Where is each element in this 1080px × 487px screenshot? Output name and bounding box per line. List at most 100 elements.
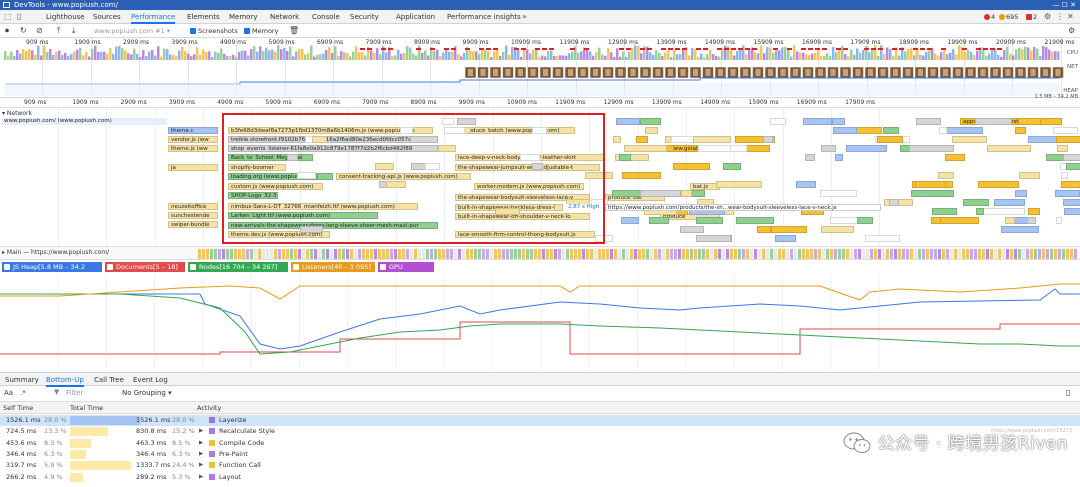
sidebar-toggle-icon[interactable]: ▯ [1066,388,1070,397]
main-thread-task[interactable] [566,249,569,259]
left-request[interactable]: vendor.js (ww [168,136,218,143]
main-thread-task[interactable] [886,249,889,259]
main-thread-task[interactable] [722,249,725,259]
filler-request[interactable] [829,217,859,224]
main-thread-task[interactable] [754,249,757,259]
expand-arrow-icon[interactable]: ▶ [199,438,203,449]
main-thread-task[interactable] [554,249,557,259]
tab-bottom-up[interactable]: Bottom-Up [46,373,84,387]
tab-sources[interactable]: Sources [93,10,121,24]
main-thread-task[interactable] [1050,249,1053,259]
main-thread-task[interactable] [938,249,941,259]
error-count[interactable]: 4 [984,12,995,22]
main-thread-task[interactable] [694,249,697,259]
filler-request[interactable] [908,145,955,152]
main-thread-task[interactable] [946,249,949,259]
center-request[interactable]: shopify-boomer [228,164,286,171]
main-thread-task[interactable] [810,249,813,259]
filler-request[interactable] [831,118,845,125]
filler-request[interactable] [877,136,904,143]
filler-request[interactable] [735,217,774,224]
filler-request[interactable] [1015,190,1027,197]
main-thread-task[interactable] [866,249,869,259]
screenshots-checkbox[interactable]: Screenshots [190,26,238,36]
close-devtools-icon[interactable]: ✕ [1067,13,1075,21]
main-thread-task[interactable] [786,249,789,259]
center-request[interactable]: SHOP-Logo_32-3 [228,192,278,199]
main-thread-task[interactable] [558,249,561,259]
main-thread-task[interactable] [1038,249,1041,259]
center-request[interactable]: Back_to_School_Mega_Sal [228,154,313,161]
filler-request[interactable] [993,199,1026,206]
main-thread-task[interactable] [362,249,365,259]
tab-call-tree[interactable]: Call Tree [94,373,124,387]
expand-arrow-icon[interactable]: ▶ [199,460,203,471]
main-thread-task[interactable] [442,249,445,259]
main-thread-task[interactable] [682,249,685,259]
filler-request[interactable] [770,118,787,125]
table-row[interactable]: 1526.1 ms 28.0 % 1526.1 ms 28.0 % Layerize [0,415,1080,426]
main-thread-task[interactable] [482,249,485,259]
main-thread-task[interactable] [918,249,921,259]
main-thread-task[interactable] [490,249,493,259]
main-thread-task[interactable] [710,249,713,259]
filter-input[interactable]: Filter [66,389,83,397]
main-thread-task[interactable] [770,249,773,259]
main-thread-task[interactable] [686,249,689,259]
filler-request[interactable] [1063,154,1080,161]
mid-request[interactable]: lace-smooth-firm-control-thong-bodysuit.… [455,231,595,238]
tab-elements[interactable]: Elements [187,10,220,24]
capture-settings-icon[interactable]: ⚙ [1068,26,1075,36]
main-thread-task[interactable] [994,249,997,259]
center-request[interactable]: shop_events_listener-61fa8e0a912c879e178… [228,145,438,152]
filler-request[interactable] [613,136,621,143]
main-thread-task[interactable] [794,249,797,259]
tab-summary[interactable]: Summary [5,373,39,387]
filler-request[interactable] [856,217,873,224]
main-thread-task[interactable] [562,249,565,259]
legend-checkbox[interactable] [107,264,113,270]
tab-network[interactable]: Network [270,10,299,24]
main-thread-task[interactable] [1034,249,1037,259]
center-request[interactable]: nimbus-Sans-L-DT_32766_mianfeizh.ttf (ww… [228,203,418,210]
main-thread-task[interactable] [878,249,881,259]
main-thread-task[interactable] [290,249,293,259]
main-thread-task[interactable] [422,249,425,259]
expand-arrow-icon[interactable]: ▶ [199,472,203,483]
tab-console[interactable]: Console [312,10,340,24]
main-thread-task[interactable] [742,249,745,259]
main-thread-task[interactable] [262,249,265,259]
filler-request[interactable] [771,226,807,233]
main-thread-task[interactable] [842,249,845,259]
main-thread-task[interactable] [678,249,681,259]
main-thread-task[interactable] [486,249,489,259]
filler-request[interactable] [915,118,942,125]
filler-request[interactable] [1055,217,1062,224]
main-thread-task[interactable] [646,249,649,259]
main-thread-task[interactable] [390,249,393,259]
main-thread-task[interactable] [298,249,301,259]
upload-icon[interactable]: ⤒ [57,26,61,36]
memory-checkbox[interactable]: Memory [244,26,278,36]
main-thread-task[interactable] [1022,249,1025,259]
filler-request[interactable] [640,190,682,197]
legend-checkbox[interactable] [4,264,10,270]
filler-request[interactable] [457,118,476,125]
main-thread-task[interactable] [506,249,509,259]
main-thread-task[interactable] [942,249,945,259]
filler-request[interactable] [374,163,395,170]
main-thread-task[interactable] [778,249,781,259]
filler-request[interactable] [444,127,466,134]
center-request[interactable]: loading.org (www.popiush.com) [228,173,333,180]
filler-request[interactable] [300,226,323,233]
record-icon[interactable]: ⏺ [5,26,9,36]
main-thread-task[interactable] [730,249,733,259]
tab-memory[interactable]: Memory [229,10,257,24]
filler-request[interactable] [622,172,661,179]
main-thread-task[interactable] [346,249,349,259]
filler-request[interactable] [834,154,844,161]
filler-request[interactable] [1061,172,1069,179]
main-thread-task[interactable] [1046,249,1049,259]
main-thread-task[interactable] [478,249,481,259]
main-thread-task[interactable] [790,249,793,259]
